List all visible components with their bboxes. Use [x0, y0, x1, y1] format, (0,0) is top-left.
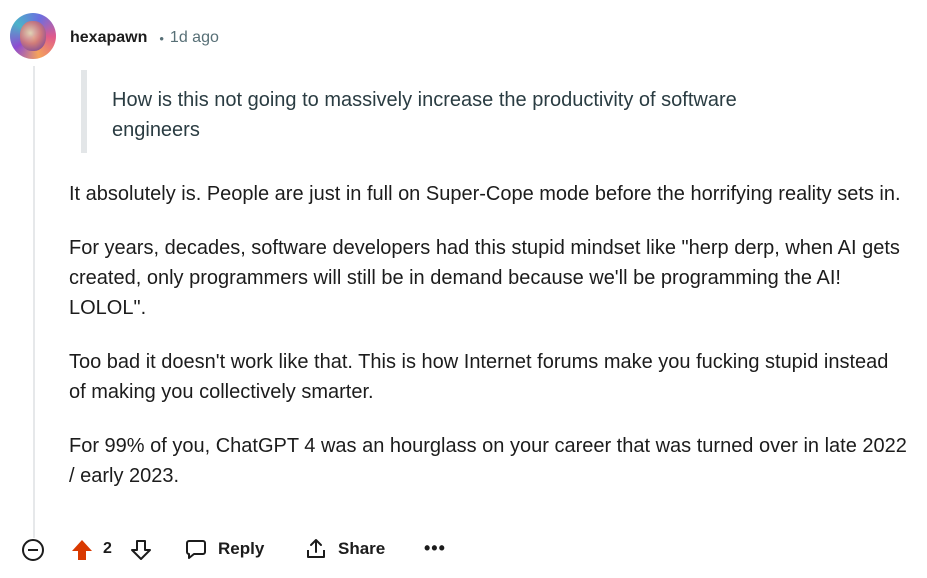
meta-separator: • [159, 30, 164, 46]
comment-bubble-icon [186, 540, 206, 559]
share-button[interactable]: Share [304, 537, 385, 561]
avatar[interactable] [10, 13, 56, 59]
action-bar: 2 Reply Share ••• [0, 532, 927, 570]
comment-header: hexapawn • 1d ago [70, 27, 219, 49]
paragraph: For 99% of you, ChatGPT 4 was an hourgla… [69, 435, 907, 487]
blockquote: How is this not going to massively incre… [81, 70, 801, 153]
paragraph: Too bad it doesn't work like that. This … [69, 351, 889, 403]
more-options-button[interactable]: ••• [424, 538, 446, 559]
share-icon [307, 539, 325, 558]
downvote-button[interactable] [129, 538, 153, 567]
share-label: Share [338, 539, 386, 558]
upvote-icon [72, 540, 92, 560]
vote-count: 2 [103, 540, 112, 557]
paragraph: It absolutely is. People are just in ful… [69, 183, 901, 205]
reply-button[interactable]: Reply [184, 537, 264, 561]
comment-body: It absolutely is. People are just in ful… [69, 179, 909, 515]
username[interactable]: hexapawn [70, 29, 147, 47]
upvote-button[interactable] [70, 538, 94, 567]
thread-line[interactable] [33, 66, 35, 538]
timestamp[interactable]: 1d ago [170, 29, 219, 47]
downvote-icon [131, 540, 151, 560]
collapse-thread-button[interactable] [22, 539, 44, 561]
reply-label: Reply [218, 539, 265, 558]
paragraph: For years, decades, software developers … [69, 237, 900, 319]
